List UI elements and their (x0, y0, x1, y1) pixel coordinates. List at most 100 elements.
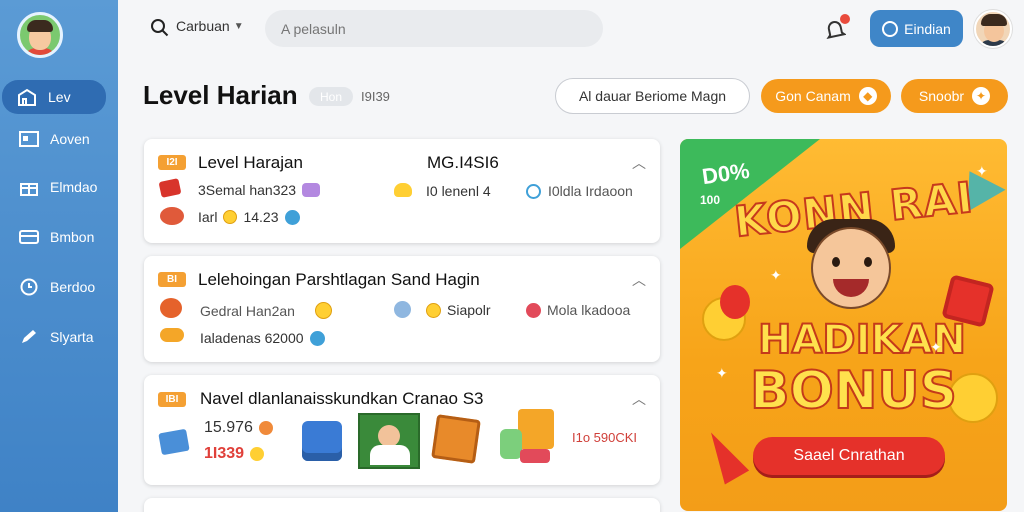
card-right-text: I1o 590CKI (572, 430, 638, 445)
promo-banner[interactable]: D0% 100 KONN RAI HADIKAN BONUS Saael Cnr… (680, 139, 1007, 511)
orange-button-1[interactable]: Gon Canam ◆ (761, 79, 891, 113)
sidebar-item-berdoo[interactable]: Berdoo (4, 270, 106, 304)
inbox-icon (18, 130, 40, 148)
mascot-eye (832, 257, 840, 267)
coin-icon: ◆ (858, 87, 877, 105)
page-title: Level Harian (143, 80, 298, 110)
info-icon (309, 330, 325, 346)
sparkle-icon: ✦ (770, 267, 782, 283)
level-badge: IBI (158, 392, 186, 407)
fruit-icon (160, 207, 184, 225)
card-line-1-right-text: Mola lkadooa (547, 302, 631, 318)
card-line-1-mid: Siapolr (426, 302, 491, 318)
arrow-icon (698, 425, 750, 485)
pen-icon (18, 328, 40, 346)
sidebar-item-bmbon[interactable]: Bmbon (4, 220, 106, 254)
level-card-1[interactable]: I2I Level Harajan MG.I4SI6 ︿ 3Semal han3… (144, 139, 660, 243)
level-badge: BI (158, 272, 186, 287)
sidebar-item-label: Bmbon (50, 229, 95, 245)
info-icon (526, 184, 541, 199)
smile-icon (426, 302, 441, 318)
clock-icon (18, 278, 40, 296)
search-input[interactable] (281, 20, 581, 37)
card-meta: MG.I4SI6 (427, 153, 499, 172)
location-select[interactable]: Carbuan ▼ (176, 18, 244, 34)
ticket-icon (158, 178, 182, 198)
card-line-2-value: 14.23 (243, 209, 279, 225)
box-icon (302, 421, 342, 461)
card-line-1-right: I0ldla Irdaoon (548, 183, 633, 199)
promo-headline-2: BONUS (749, 360, 958, 422)
sidebar: Lev Aoven Elmdao Bmbon Berdoo Slyarta (0, 0, 118, 512)
chevron-up-icon[interactable]: ︿ (632, 270, 646, 290)
promo-percent-sub: 100 (700, 193, 721, 207)
card-title: Lelehoingan Parshtlagan Sand Hagin (198, 270, 480, 289)
sidebar-item-label: Berdoo (50, 279, 96, 295)
sidebar-item-slyarta[interactable]: Slyarta (4, 320, 106, 354)
card-line-1-right: Mola lkadooa (526, 302, 630, 318)
mascot-eye (864, 257, 872, 267)
sparkle-icon: ✦ (976, 163, 988, 179)
sidebar-item-elmdao[interactable]: Elmdao (4, 170, 106, 204)
card-line-2-text: 1I339 (204, 445, 245, 462)
profile-button[interactable]: Eindian (870, 10, 963, 47)
orange-button-1-label: Gon Canam (775, 88, 851, 104)
home-icon (16, 88, 38, 106)
profile-button-label: Eindian (904, 20, 951, 37)
close-circle-icon (526, 302, 541, 318)
card-line-2: Iarl 14.23 (198, 209, 300, 225)
sidebar-avatar[interactable] (17, 12, 63, 58)
card-line-1-text: 15.976 (204, 419, 253, 436)
reward-image (358, 413, 420, 469)
tag-icon (302, 183, 321, 197)
card-line-2-text: Ialadenas 62000 (200, 330, 304, 346)
sidebar-item-label: Elmdao (50, 179, 98, 195)
card-title: Navel dlanlanaisskundkan Cranao S3 (200, 389, 484, 408)
chevron-up-icon[interactable]: ︿ (632, 153, 646, 173)
compass-icon (882, 20, 899, 37)
tomato-icon (160, 298, 182, 318)
promo-cta-button[interactable]: Saael Cnrathan (753, 437, 945, 475)
card-line-1-mid-text: Siapolr (447, 302, 491, 318)
level-card-4[interactable] (144, 498, 660, 512)
bread-icon (160, 328, 184, 342)
level-badge: I2I (158, 155, 186, 170)
sidebar-item-lev[interactable]: Lev (2, 80, 106, 114)
sparkle-icon: ✦ (716, 365, 728, 381)
orange-button-2-label: Snoobr (918, 88, 965, 104)
sidebar-item-label: Aoven (50, 131, 90, 147)
balloon-icon (720, 285, 750, 319)
card-line-1: Gedral Han2an (200, 302, 332, 319)
level-card-3[interactable]: IBI Navel dlanlanaisskundkan Cranao S3 ︿… (144, 375, 660, 485)
card-title: Level Harajan (198, 153, 303, 172)
card-line-1-text: Gedral Han2an (200, 302, 295, 319)
level-card-2[interactable]: BI Lelehoingan Parshtlagan Sand Hagin ︿ … (144, 256, 660, 362)
sidebar-item-label: Slyarta (50, 329, 94, 345)
card-line-1-text: 3Semal han323 (198, 182, 297, 198)
card-line-1: 3Semal han323 (198, 182, 321, 198)
sidebar-item-aoven[interactable]: Aoven (4, 122, 106, 156)
orange-button-2[interactable]: Snoobr ✦ (901, 79, 1008, 113)
basket-icon (431, 414, 481, 464)
chevron-up-icon[interactable]: ︿ (632, 389, 646, 409)
user-avatar[interactable] (974, 10, 1012, 48)
sparkle-icon: ✦ (930, 339, 942, 355)
location-label: Carbuan (176, 18, 230, 34)
notification-badge (840, 14, 850, 24)
card-icon (18, 228, 40, 246)
sidebar-item-label: Lev (48, 89, 71, 105)
card-line-2: 1I339 (204, 445, 265, 463)
emoji-icon (394, 183, 412, 197)
info-icon (284, 209, 300, 225)
title-pill: Hon (309, 87, 353, 106)
search-bar[interactable] (265, 10, 603, 47)
search-icon[interactable] (150, 18, 170, 38)
candy-icon (258, 421, 273, 435)
gift-icon (18, 178, 40, 196)
filter-button[interactable]: Al dauar Beriome Magn (555, 78, 750, 114)
bell-icon (250, 447, 265, 461)
chevron-down-icon: ▼ (233, 20, 244, 32)
ghost-icon (394, 301, 411, 318)
gift-pile-icon (500, 409, 558, 465)
title-code: I9I39 (361, 89, 390, 104)
